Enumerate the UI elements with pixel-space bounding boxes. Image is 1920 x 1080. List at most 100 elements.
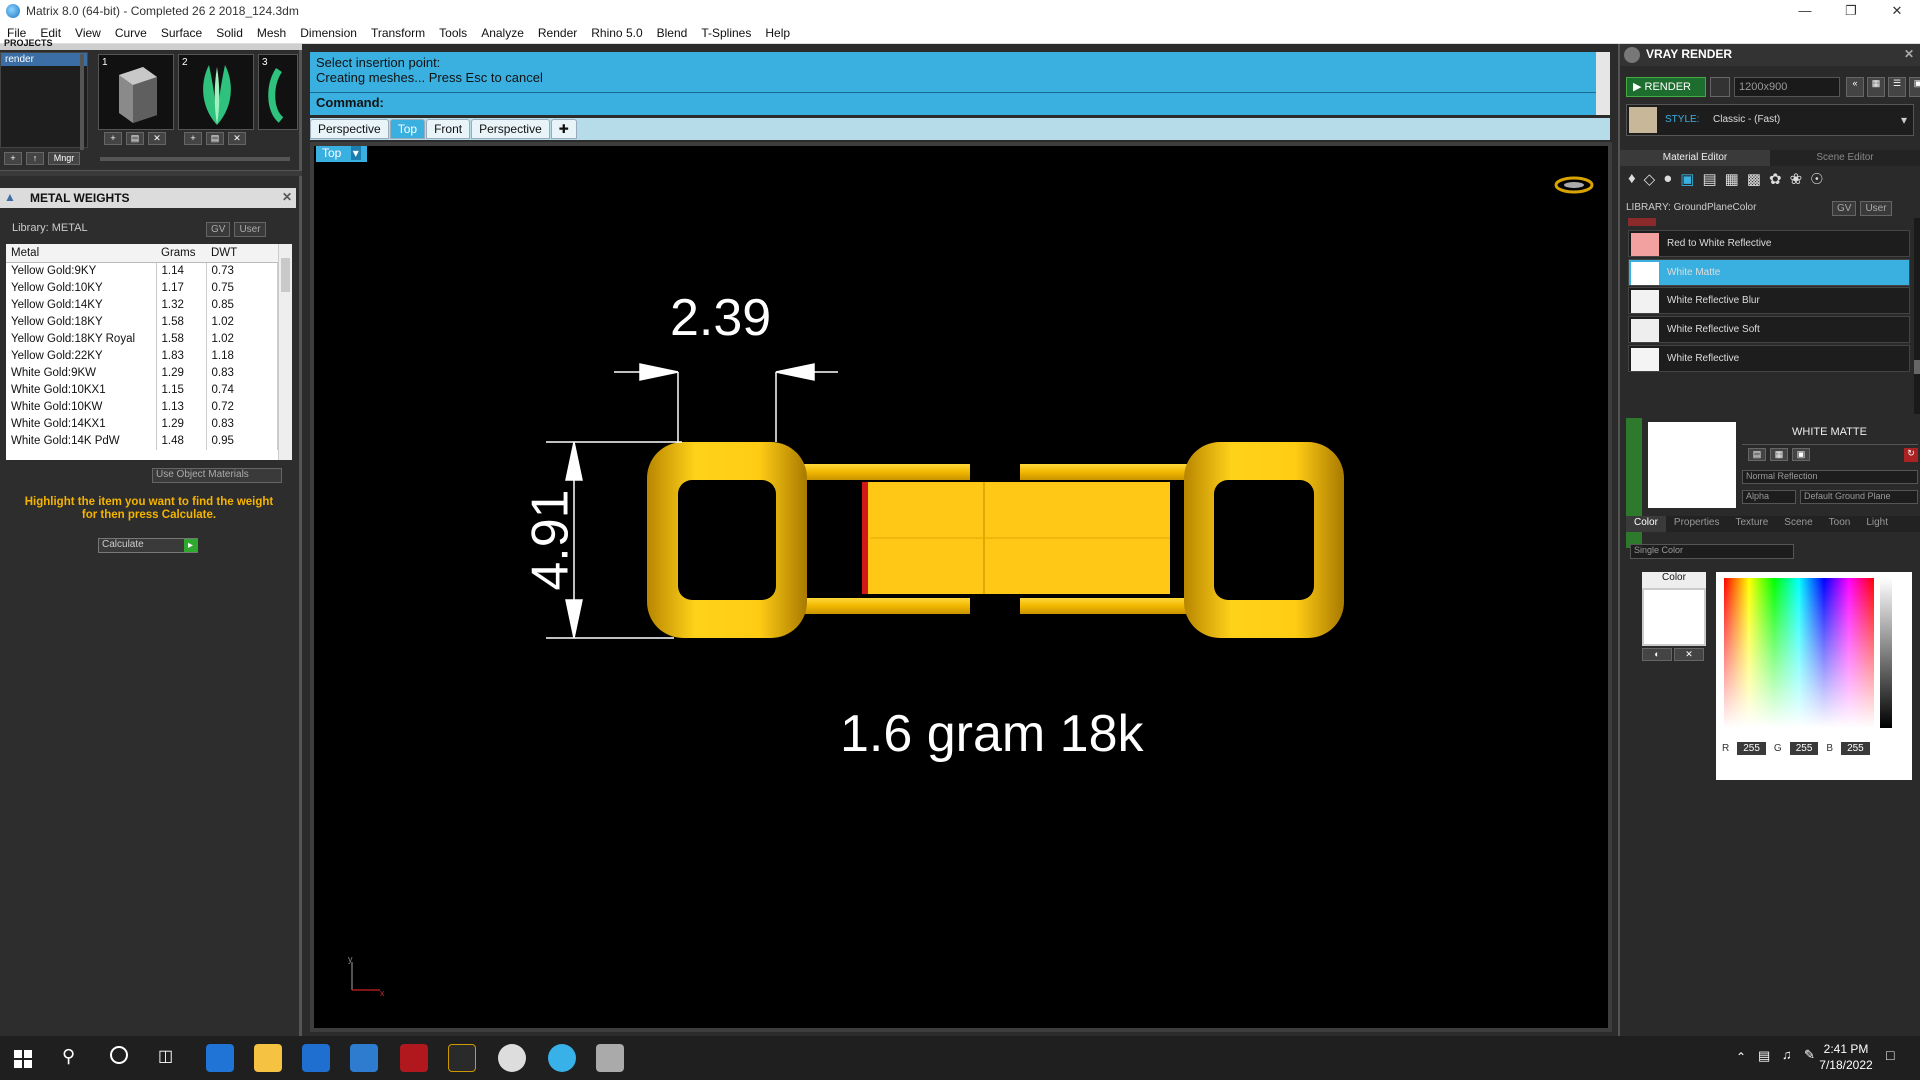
menu-tsplines[interactable]: T-Splines [694,26,758,40]
cortana-icon[interactable] [110,1046,128,1064]
tab-perspective-2[interactable]: Perspective [471,119,550,139]
chrome-icon[interactable] [498,1044,526,1072]
color-mode-select[interactable]: Single Color [1630,544,1794,559]
app-red-icon[interactable] [400,1044,428,1072]
file-explorer-icon[interactable] [254,1044,282,1072]
folder-icon[interactable]: ▤ [126,132,144,145]
material-item[interactable]: White Reflective Soft [1628,316,1910,344]
menu-dimension[interactable]: Dimension [293,26,364,40]
paste-icon[interactable]: ▦ [1770,448,1788,461]
user-toggle[interactable]: User [1860,201,1892,216]
col-grams[interactable]: Grams [156,244,206,263]
calculate-button[interactable]: Calculate ▸ [98,538,198,553]
paint-icon[interactable]: ❀ [1790,170,1803,188]
tab-top[interactable]: Top [389,119,426,139]
alpha-toggle[interactable]: Alpha [1742,490,1796,504]
tab-light[interactable]: Light [1858,516,1896,532]
material-item[interactable]: Red to White Reflective [1628,230,1910,257]
folder-icon[interactable]: ▤ [206,132,224,145]
leaf-icon[interactable]: ✿ [1769,170,1782,188]
menu-mesh[interactable]: Mesh [250,26,293,40]
table-scrollbar[interactable] [278,244,292,460]
brick-icon[interactable]: ▦ [1725,170,1739,188]
r-input[interactable]: 255 [1737,742,1766,755]
project-thumb-2[interactable]: 2 [178,54,254,130]
user-toggle[interactable]: User [234,222,266,237]
project-item-render[interactable]: render [1,53,87,66]
table-row[interactable]: White Gold:10KX1 1.15 0.74 [6,381,278,399]
table-row[interactable]: White Gold:14KX1 1.29 0.83 [6,415,278,433]
projects-list[interactable]: render [0,52,88,148]
gv-toggle[interactable]: GV [1832,201,1857,216]
maximize-button[interactable]: ❐ [1828,0,1874,22]
panel-close-icon[interactable]: ✕ [282,190,292,204]
tab-properties[interactable]: Properties [1666,516,1728,532]
delete-icon[interactable]: ✕ [228,132,246,145]
copy-icon[interactable]: ▤ [1748,448,1766,461]
grid-icon[interactable]: ▦ [1867,77,1885,97]
glass-icon[interactable]: ▣ [1680,170,1694,188]
tab-toon[interactable]: Toon [1821,516,1859,532]
color-swatch[interactable] [1642,588,1706,646]
menu-blend[interactable]: Blend [650,26,695,40]
panel-splitter[interactable] [0,170,302,176]
table-row[interactable]: White Gold:10KW 1.13 0.72 [6,398,278,416]
save-icon[interactable]: ▣ [1792,448,1810,461]
resolution-select[interactable]: 1200x900 [1734,77,1840,97]
flame-icon[interactable]: ♦ [1628,170,1636,188]
projects-scrollbar[interactable] [80,54,84,150]
sphere-icon[interactable]: ● [1663,170,1672,188]
b-input[interactable]: 255 [1841,742,1870,755]
render-button[interactable]: ▶ RENDER [1626,77,1706,97]
image-icon[interactable]: ▣ [1909,77,1920,97]
camera-icon[interactable] [1710,77,1730,97]
tab-perspective[interactable]: Perspective [310,119,389,139]
menu-rhino[interactable]: Rhino 5.0 [584,26,649,40]
table-row[interactable]: White Gold:9KW 1.29 0.83 [6,364,278,382]
color-gradient[interactable] [1724,578,1874,728]
task-view-icon[interactable]: ◫ [158,1046,173,1066]
command-input[interactable] [310,94,1596,114]
col-dwt[interactable]: DWT [206,244,278,263]
project-thumb-3[interactable]: 3 [258,54,298,130]
menu-solid[interactable]: Solid [209,26,250,40]
ground-plane-select[interactable]: Default Ground Plane [1800,490,1918,504]
menu-analyze[interactable]: Analyze [474,26,531,40]
minimize-button[interactable]: — [1782,0,1828,22]
app-league-icon[interactable] [448,1044,476,1072]
table-row[interactable]: Yellow Gold:10KY 1.17 0.75 [6,279,278,297]
mail-icon[interactable] [350,1044,378,1072]
clear-icon[interactable]: ✕ [1674,648,1704,661]
notifications-icon[interactable]: □ [1886,1047,1894,1063]
add-viewport-icon[interactable]: ✚ [550,119,577,139]
panel-close-icon[interactable]: ✕ [1904,47,1914,61]
table-row[interactable]: Yellow Gold:22KY 1.83 1.18 [6,347,278,365]
style-select[interactable]: STYLE: Classic - (Fast) ▾ [1626,104,1914,136]
brightness-slider[interactable] [1880,578,1892,728]
volume-icon[interactable]: ♫ [1782,1047,1792,1062]
thumb-slider[interactable] [100,157,290,161]
network-icon[interactable]: ▤ [1758,1048,1770,1064]
tab-scene-editor[interactable]: Scene Editor [1770,150,1920,166]
col-metal[interactable]: Metal [6,244,156,263]
add-icon[interactable]: + [104,132,122,145]
menu-surface[interactable]: Surface [154,26,209,40]
matrix-app-icon[interactable] [548,1044,576,1072]
table-row[interactable]: White Gold:14K PdW 1.48 0.95 [6,432,278,450]
rhino-icon[interactable] [596,1044,624,1072]
palette-icon[interactable]: ◐ [1642,648,1672,661]
tab-front[interactable]: Front [426,119,471,139]
project-thumb-1[interactable]: 1 [98,54,174,130]
viewport-top[interactable]: Top ▾ 2.39 4.91 1.6 gram 18k y x [310,142,1612,1032]
table-row[interactable]: Yellow Gold:14KY 1.32 0.85 [6,296,278,314]
windows-start-icon[interactable] [14,1050,32,1068]
color-picker[interactable]: R 255 G 255 B 255 [1716,572,1912,780]
menu-help[interactable]: Help [758,26,797,40]
tab-texture[interactable]: Texture [1727,516,1776,532]
tab-color[interactable]: Color [1626,516,1666,532]
gv-toggle[interactable]: GV [206,222,231,237]
close-button[interactable]: ✕ [1874,0,1920,22]
menu-curve[interactable]: Curve [108,26,154,40]
tab-material-editor[interactable]: Material Editor [1620,150,1770,166]
material-scrollbar[interactable] [1914,218,1920,414]
